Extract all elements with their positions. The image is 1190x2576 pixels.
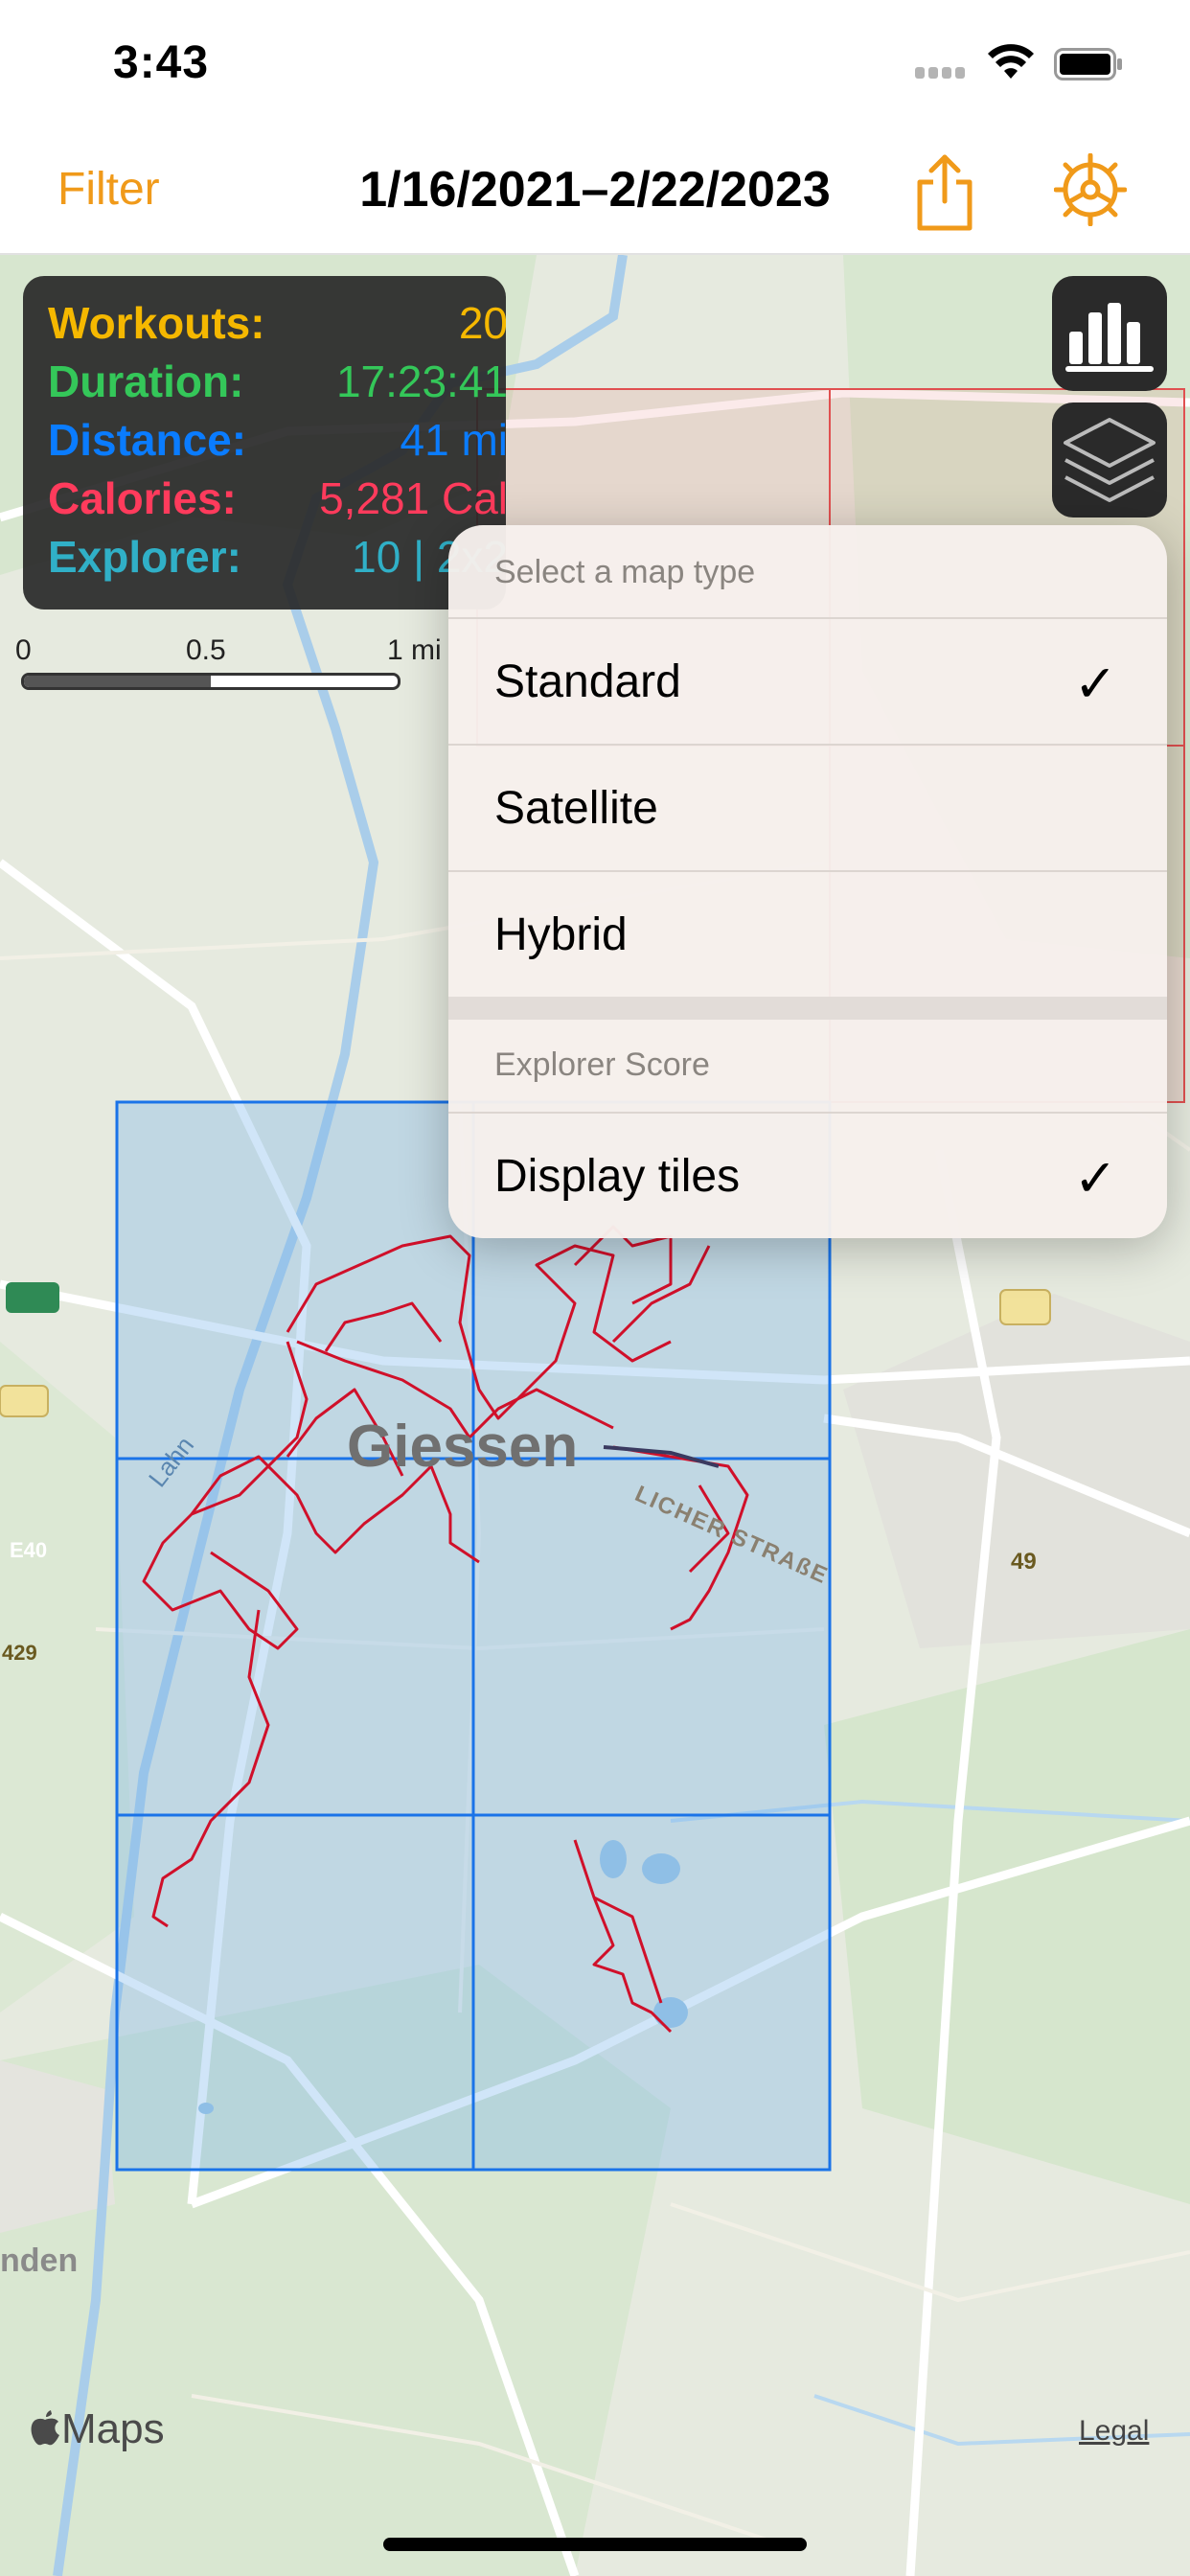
home-indicator xyxy=(383,2538,807,2551)
apple-logo-icon xyxy=(31,2410,59,2446)
menu-item-label: Display tiles xyxy=(494,1151,741,1202)
menu-section-gap xyxy=(448,997,1167,1020)
stat-value: 5,281 Cal xyxy=(319,473,506,523)
menu-item-display-tiles[interactable]: Display tiles ✓ xyxy=(448,1114,1167,1238)
menu-item-label: Hybrid xyxy=(494,909,628,960)
scale-bar xyxy=(21,673,400,690)
menu-item-satellite[interactable]: Satellite xyxy=(448,746,1167,872)
checkmark-icon: ✓ xyxy=(1073,656,1117,713)
stat-label: Distance: xyxy=(48,415,247,465)
status-time: 3:43 xyxy=(113,37,210,88)
stat-value: 17:23:41 xyxy=(335,356,506,406)
stat-workouts: Workouts: 20 xyxy=(48,297,506,355)
scale-label-half: 0.5 xyxy=(186,634,226,666)
scale-label-one: 1 mi xyxy=(387,634,442,666)
map-layers-button[interactable] xyxy=(1052,402,1167,518)
scale-bar-fill xyxy=(24,676,211,687)
menu-item-label: Satellite xyxy=(494,783,658,834)
stat-label: Duration: xyxy=(48,356,244,406)
stat-explorer: Explorer: 10 | 2x2 xyxy=(48,531,506,588)
statistics-button[interactable] xyxy=(1052,276,1167,391)
maps-logo-text: Maps xyxy=(61,2405,165,2452)
menu-header-map-type: Select a map type xyxy=(494,554,756,590)
status-bar: 3:43 xyxy=(0,0,1190,134)
stat-value: 41 mi xyxy=(400,415,506,465)
checkmark-icon: ✓ xyxy=(1073,1150,1117,1208)
city-label: Giessen xyxy=(347,1414,579,1480)
stat-duration: Duration: 17:23:41 xyxy=(48,356,506,413)
navigation-bar: Filter 1/16/2021–2/22/2023 xyxy=(0,134,1190,255)
stat-label: Workouts: xyxy=(48,298,265,348)
road-shield-e40: E40 xyxy=(10,1538,48,1562)
apple-maps-logo: Maps xyxy=(29,2405,165,2453)
workout-stats-panel: Workouts: 20 Duration: 17:23:41 Distance… xyxy=(23,276,506,610)
gear-icon[interactable] xyxy=(1054,153,1127,226)
stat-value: 20 xyxy=(458,298,506,348)
road-shield-49: 49 xyxy=(1011,1549,1037,1575)
stat-calories: Calories: 5,281 Cal xyxy=(48,472,506,530)
chart-icon xyxy=(1065,303,1154,372)
stat-distance: Distance: 41 mi xyxy=(48,414,506,472)
menu-item-label: Standard xyxy=(494,656,681,707)
menu-item-standard[interactable]: Standard ✓ xyxy=(448,619,1167,746)
stat-label: Explorer: xyxy=(48,532,241,582)
wifi-icon xyxy=(988,44,1034,79)
scale-label-zero: 0 xyxy=(15,634,32,666)
layers-icon xyxy=(1064,418,1156,502)
place-label: nden xyxy=(0,2242,79,2279)
date-range-title: 1/16/2021–2/22/2023 xyxy=(359,162,831,218)
battery-icon xyxy=(1054,48,1122,80)
menu-item-hybrid[interactable]: Hybrid xyxy=(448,872,1167,999)
share-icon[interactable] xyxy=(912,151,977,232)
legal-link[interactable]: Legal xyxy=(1079,2415,1149,2448)
cellular-signal-icon xyxy=(915,67,973,80)
stat-label: Calories: xyxy=(48,473,237,523)
map-type-menu: Select a map type Standard ✓ Satellite H… xyxy=(448,525,1167,1238)
road-shield-429: 429 xyxy=(2,1641,37,1665)
menu-header-explorer: Explorer Score xyxy=(494,1046,710,1083)
